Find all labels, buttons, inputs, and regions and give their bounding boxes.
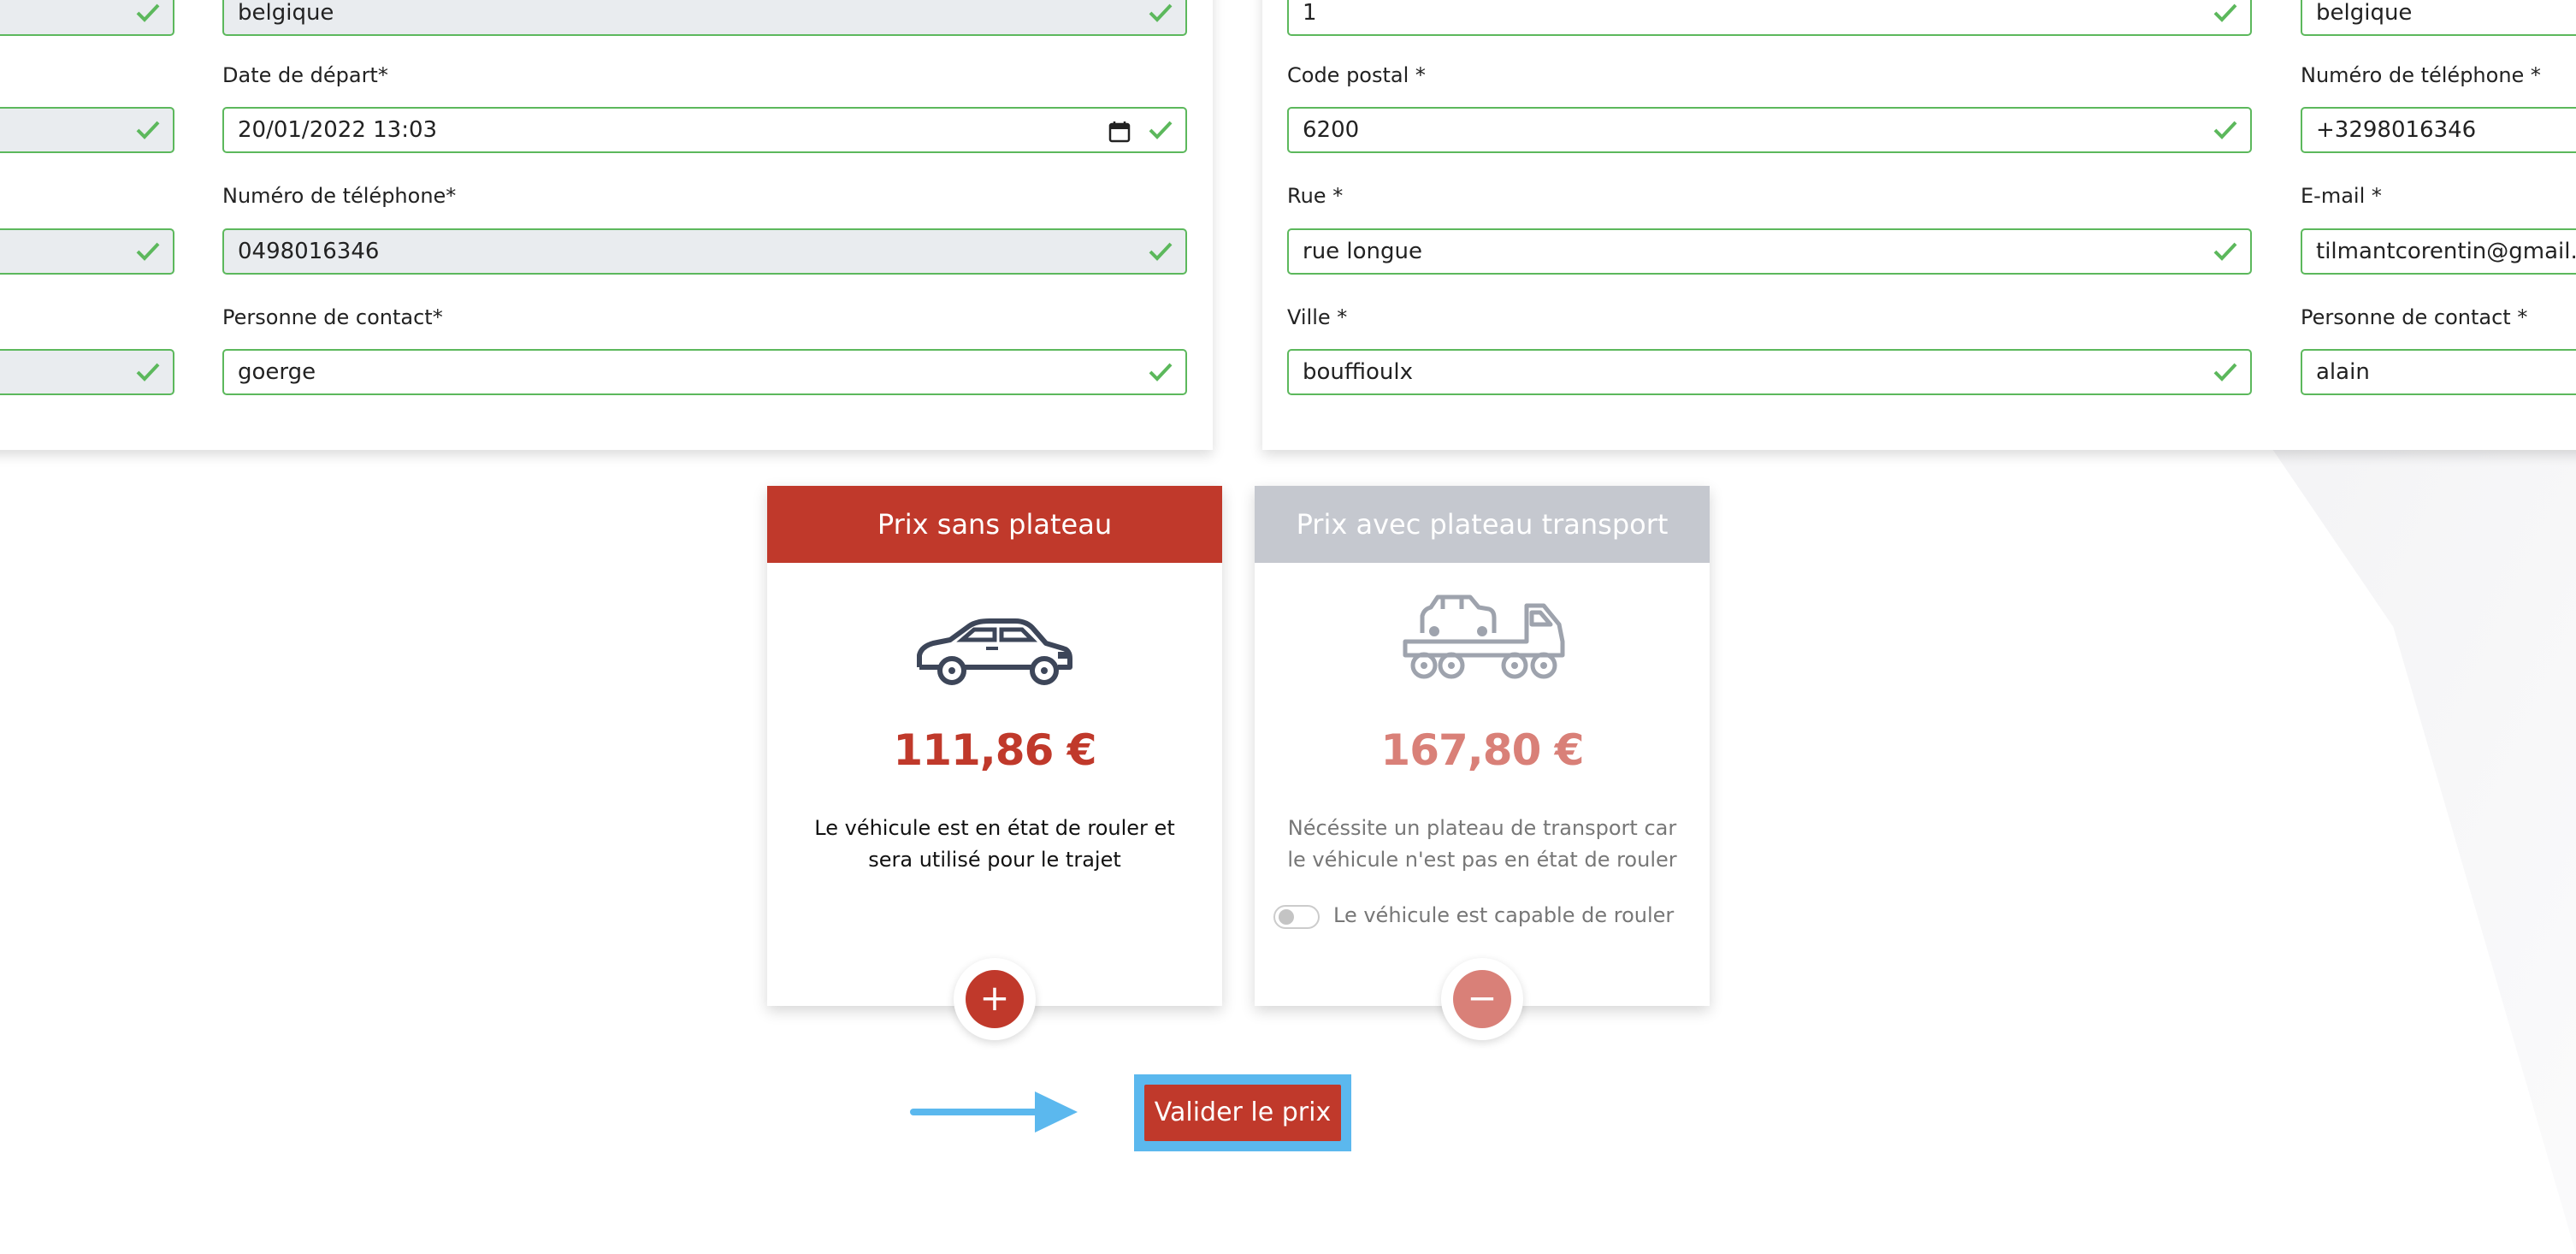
email-value: tilmantcorentin@gmail.co xyxy=(2316,239,2576,264)
remove-option-button[interactable]: − xyxy=(1441,958,1523,1040)
departure-phone-input[interactable]: 0498016346 xyxy=(222,228,1187,275)
left-partial-input-3[interactable] xyxy=(0,228,174,275)
check-icon xyxy=(2213,363,2237,382)
arrow-right-icon xyxy=(910,1091,1078,1133)
arrival-contact-input[interactable]: alain xyxy=(2301,349,2576,395)
check-icon xyxy=(136,121,160,139)
street-value: rue longue xyxy=(1303,239,1423,264)
tow-truck-icon xyxy=(1403,594,1565,679)
left-partial-input-1[interactable] xyxy=(0,0,174,36)
email-label: E-mail * xyxy=(2301,184,2382,208)
arrival-phone-label: Numéro de téléphone * xyxy=(2301,63,2541,87)
validate-highlight: Valider le prix xyxy=(1134,1074,1351,1151)
postal-code-value: 6200 xyxy=(1303,117,1360,143)
check-icon xyxy=(136,363,160,382)
price-with-description: Nécéssite un plateau de transport car le… xyxy=(1287,816,1677,872)
departure-date-label: Date de départ* xyxy=(222,63,388,87)
price-card-with-platform[interactable]: Prix avec plateau transport 167,80 € Néc… xyxy=(1255,486,1710,1040)
price-card-without-platform[interactable]: Prix sans plateau 111,86 € Le véhicule e… xyxy=(767,486,1222,1040)
city-value: bouffioulx xyxy=(1303,359,1414,385)
calendar-icon[interactable] xyxy=(1108,121,1131,143)
postal-code-label: Code postal * xyxy=(1287,63,1426,87)
price-without-amount: 111,86 € xyxy=(893,725,1096,775)
price-without-description: Le véhicule est en état de rouler et ser… xyxy=(814,816,1175,872)
arrival-country-input[interactable]: belgique xyxy=(2301,0,2576,36)
check-icon xyxy=(1149,3,1173,22)
arrival-number-input[interactable]: 1 xyxy=(1287,0,2252,36)
arrival-contact-value: alain xyxy=(2316,359,2370,385)
plus-icon: + xyxy=(966,970,1024,1028)
can-drive-toggle-label: Le véhicule est capable de rouler xyxy=(1333,903,1675,927)
check-icon xyxy=(2213,121,2237,139)
validate-price-button[interactable]: Valider le prix xyxy=(1144,1085,1341,1141)
street-input[interactable]: rue longue xyxy=(1287,228,2252,275)
left-partial-input-2[interactable] xyxy=(0,107,174,153)
check-icon xyxy=(1149,363,1173,382)
departure-country-value: belgique xyxy=(238,0,334,26)
arrival-number-value: 1 xyxy=(1303,0,1317,26)
departure-date-input[interactable]: 20/01/2022 13:03 xyxy=(222,107,1187,153)
check-icon xyxy=(1149,242,1173,261)
city-input[interactable]: bouffioulx xyxy=(1287,349,2252,395)
arrival-phone-input[interactable]: +3298016346 xyxy=(2301,107,2576,153)
check-icon xyxy=(136,242,160,261)
departure-date-value: 20/01/2022 13:03 xyxy=(238,117,438,143)
check-icon xyxy=(1149,121,1173,139)
departure-contact-value: goerge xyxy=(238,359,316,385)
can-drive-toggle[interactable] xyxy=(1273,905,1320,929)
price-card-with-title: Prix avec plateau transport xyxy=(1255,486,1710,563)
car-icon xyxy=(917,618,1072,685)
email-input[interactable]: tilmantcorentin@gmail.co xyxy=(2301,228,2576,275)
price-with-amount: 167,80 € xyxy=(1380,725,1584,775)
street-label: Rue * xyxy=(1287,184,1344,208)
left-partial-input-4[interactable] xyxy=(0,349,174,395)
postal-code-input[interactable]: 6200 xyxy=(1287,107,2252,153)
check-icon xyxy=(2213,242,2237,261)
toggle-knob xyxy=(1279,909,1294,925)
arrival-phone-value: +3298016346 xyxy=(2316,117,2477,143)
departure-phone-label: Numéro de téléphone* xyxy=(222,184,457,208)
departure-phone-value: 0498016346 xyxy=(238,239,380,264)
city-label: Ville * xyxy=(1287,305,1348,329)
price-card-without-title: Prix sans plateau xyxy=(767,486,1222,563)
check-icon xyxy=(136,3,160,22)
departure-country-input[interactable]: belgique xyxy=(222,0,1187,36)
minus-icon: − xyxy=(1453,970,1511,1028)
check-icon xyxy=(2213,3,2237,22)
arrival-country-value: belgique xyxy=(2316,0,2413,26)
add-option-button[interactable]: + xyxy=(954,958,1036,1040)
departure-contact-label: Personne de contact* xyxy=(222,305,443,329)
arrival-contact-label: Personne de contact * xyxy=(2301,305,2528,329)
departure-contact-input[interactable]: goerge xyxy=(222,349,1187,395)
